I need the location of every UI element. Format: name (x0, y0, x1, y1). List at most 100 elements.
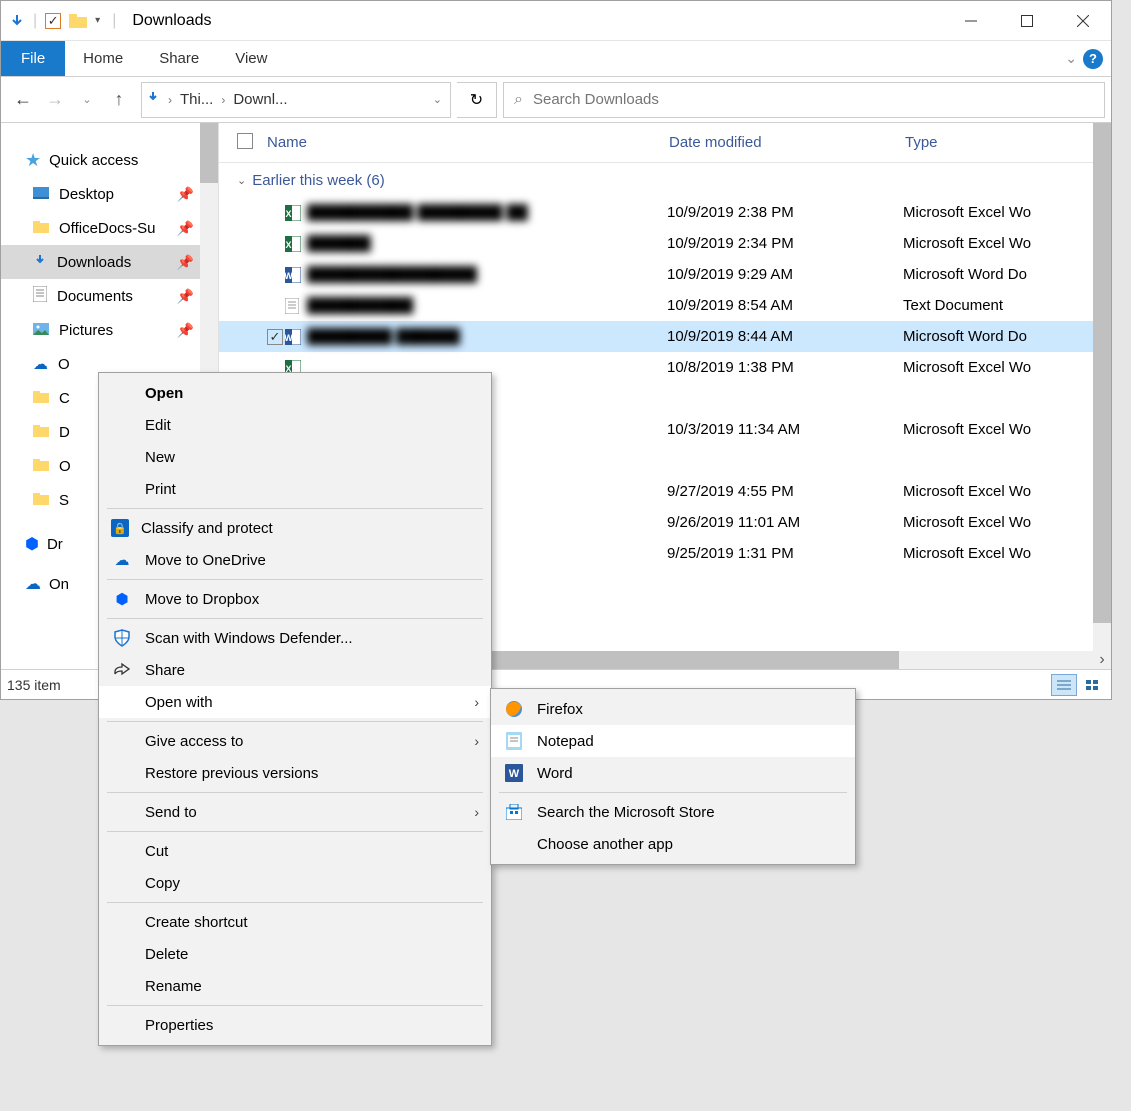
lock-icon: 🔒 (111, 519, 129, 537)
ctx-cut[interactable]: Cut (99, 835, 491, 867)
ctx-edit[interactable]: Edit (99, 409, 491, 441)
nav-desktop[interactable]: Desktop 📌 (1, 177, 218, 211)
chevron-right-icon: › (474, 733, 479, 749)
chevron-right-icon[interactable]: › (217, 93, 229, 107)
share-tab[interactable]: Share (141, 41, 217, 76)
ctx-new[interactable]: New (99, 441, 491, 473)
ctx-send-to[interactable]: Send to › (99, 796, 491, 828)
file-type-icon: X (285, 205, 307, 221)
file-tab[interactable]: File (1, 41, 65, 76)
file-row[interactable]: X██████████ ████████ ██10/9/2019 2:38 PM… (219, 197, 1111, 228)
svg-text:W: W (285, 333, 293, 343)
scroll-right-arrow[interactable]: › (1093, 651, 1111, 669)
recent-dropdown[interactable]: ⌄ (75, 88, 99, 112)
chevron-down-icon: ⌄ (237, 174, 246, 187)
search-box[interactable]: ⌕ (503, 82, 1105, 118)
chevron-right-icon[interactable]: › (164, 93, 176, 107)
search-icon: ⌕ (514, 91, 523, 109)
quick-access-toolbar: | ▾ (1, 12, 108, 30)
menu-label: Share (145, 662, 479, 679)
ctx-restore[interactable]: Restore previous versions (99, 757, 491, 789)
column-date[interactable]: Date modified (669, 134, 905, 151)
ctx-properties[interactable]: Properties (99, 1009, 491, 1041)
folder-icon (33, 220, 49, 237)
menu-label: Move to Dropbox (145, 591, 479, 608)
ctx-open-with[interactable]: Open with› (99, 686, 491, 718)
file-type: Microsoft Excel Wo (903, 483, 1111, 500)
group-header[interactable]: ⌄ Earlier this week (6) (219, 163, 1111, 197)
submenu-choose[interactable]: Choose another app (491, 828, 855, 860)
submenu-word[interactable]: WWord (491, 757, 855, 789)
menu-label: Send to (145, 804, 462, 821)
menu-separator (107, 721, 483, 722)
refresh-button[interactable]: ↻ (457, 82, 497, 118)
ctx-classify[interactable]: 🔒Classify and protect (99, 512, 491, 544)
close-button[interactable] (1055, 1, 1111, 41)
breadcrumb-dropdown[interactable]: ⌄ (429, 93, 446, 106)
thumbnails-view-button[interactable] (1079, 674, 1105, 696)
nav-pictures[interactable]: Pictures 📌 (1, 313, 218, 347)
back-button[interactable]: ← (11, 88, 35, 112)
ctx-give-access[interactable]: Give access to› (99, 725, 491, 757)
nav-documents[interactable]: Documents 📌 (1, 279, 218, 313)
file-type-icon: W (285, 267, 307, 283)
open-with-submenu: Firefox Notepad WWord Search the Microso… (490, 688, 856, 865)
up-button[interactable]: ↑ (107, 88, 131, 112)
maximize-button[interactable] (999, 1, 1055, 41)
file-row[interactable]: X██████10/9/2019 2:34 PMMicrosoft Excel … (219, 228, 1111, 259)
forward-button[interactable]: → (43, 88, 67, 112)
shield-icon (111, 629, 133, 647)
svg-text:X: X (285, 240, 291, 250)
scrollbar-thumb[interactable] (200, 123, 218, 183)
nav-quick-access[interactable]: ★ Quick access (1, 143, 218, 177)
menu-label: New (145, 449, 479, 466)
chevron-right-icon: › (474, 804, 479, 820)
nav-downloads[interactable]: Downloads 📌 (1, 245, 218, 279)
qat-checkbox-icon[interactable] (45, 13, 61, 29)
scrollbar-thumb[interactable] (1093, 123, 1111, 623)
file-row[interactable]: W████████████████10/9/2019 9:29 AMMicros… (219, 259, 1111, 290)
column-label: Date modified (669, 134, 762, 151)
breadcrumb-segment[interactable]: Downl... (233, 91, 287, 108)
column-type[interactable]: Type (905, 134, 1111, 151)
context-menu: Open Edit New Print 🔒Classify and protec… (98, 372, 492, 1046)
file-row[interactable]: W████████ ██████10/9/2019 8:44 AMMicroso… (219, 321, 1111, 352)
details-view-button[interactable] (1051, 674, 1077, 696)
nav-label: Pictures (59, 322, 113, 339)
row-checkbox[interactable] (267, 329, 283, 345)
breadcrumb-segment[interactable]: Thi... (180, 91, 213, 108)
star-icon: ★ (25, 150, 41, 171)
qat-dropdown-icon[interactable]: ▾ (95, 15, 100, 26)
ctx-defender[interactable]: Scan with Windows Defender... (99, 622, 491, 654)
ctx-copy[interactable]: Copy (99, 867, 491, 899)
file-date: 10/3/2019 11:34 AM (667, 421, 903, 438)
submenu-firefox[interactable]: Firefox (491, 693, 855, 725)
submenu-notepad[interactable]: Notepad (491, 725, 855, 757)
submenu-store[interactable]: Search the Microsoft Store (491, 796, 855, 828)
file-row[interactable]: ██████████10/9/2019 8:54 AMText Document (219, 290, 1111, 321)
ctx-open[interactable]: Open (99, 377, 491, 409)
breadcrumb-bar[interactable]: › Thi... › Downl... ⌄ (141, 82, 451, 118)
ctx-shortcut[interactable]: Create shortcut (99, 906, 491, 938)
minimize-button[interactable] (943, 1, 999, 41)
select-all-checkbox[interactable] (237, 133, 253, 149)
dropbox-icon: ⬢ (111, 590, 133, 608)
ctx-print[interactable]: Print (99, 473, 491, 505)
menu-separator (107, 508, 483, 509)
ctx-delete[interactable]: Delete (99, 938, 491, 970)
help-button[interactable]: ? (1083, 49, 1103, 69)
file-date: 10/9/2019 9:29 AM (667, 266, 903, 283)
view-tab[interactable]: View (217, 41, 285, 76)
ctx-share[interactable]: Share (99, 654, 491, 686)
ctx-onedrive[interactable]: ☁Move to OneDrive (99, 544, 491, 576)
nav-officedocs[interactable]: OfficeDocs-Su 📌 (1, 211, 218, 245)
ribbon-collapse-icon[interactable]: ⌄ (1065, 50, 1077, 67)
content-scrollbar[interactable] (1093, 123, 1111, 669)
menu-label: Rename (145, 978, 479, 995)
column-name[interactable]: Name (267, 134, 669, 151)
ribbon: File Home Share View ⌄ ? (1, 41, 1111, 77)
ctx-rename[interactable]: Rename (99, 970, 491, 1002)
home-tab[interactable]: Home (65, 41, 141, 76)
search-input[interactable] (533, 91, 1094, 108)
ctx-dropbox[interactable]: ⬢ Move to Dropbox (99, 583, 491, 615)
